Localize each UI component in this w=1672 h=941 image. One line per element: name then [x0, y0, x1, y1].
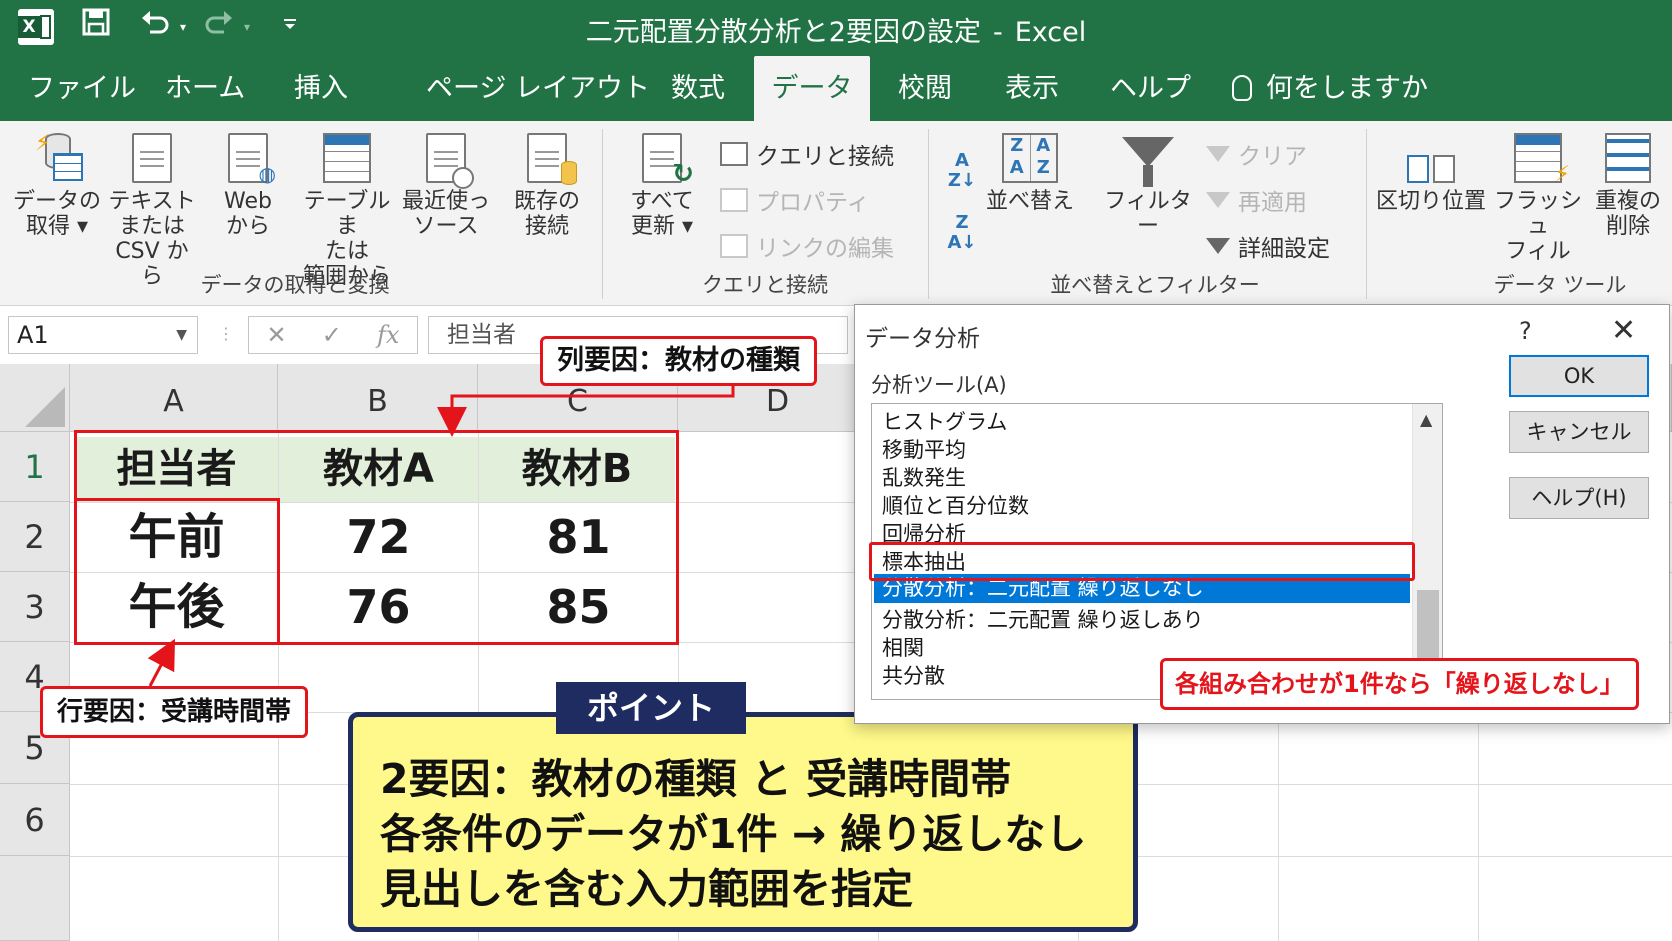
ok-button[interactable]: OK — [1509, 355, 1649, 397]
list-item[interactable]: 順位と百分位数 — [882, 490, 1029, 520]
dialog-title: データ分析 — [865, 326, 980, 352]
chevron-up-icon[interactable]: ▲ — [1420, 410, 1432, 429]
point-line-1: 2要因：教材の種類 と 受講時間帯 — [380, 755, 1012, 803]
column-factor-callout: 列要因：教材の種類 — [540, 336, 817, 386]
list-scrollbar[interactable]: ▲ — [1412, 404, 1442, 699]
list-item[interactable]: 相関 — [882, 632, 924, 662]
help-button[interactable]: ヘルプ(H) — [1509, 477, 1649, 519]
point-label: ポイント — [556, 682, 746, 734]
list-item[interactable]: 分散分析：二元配置 繰り返しあり — [882, 604, 1204, 634]
list-item[interactable]: 移動平均 — [882, 434, 966, 464]
no-repeat-callout: 各組み合わせが1件なら「繰り返しなし」 — [1160, 658, 1639, 710]
column-factor-arrow — [437, 384, 735, 437]
row-factor-callout: 行要因：受講時間帯 — [40, 686, 309, 738]
point-line-3: 見出しを含む入力範囲を指定 — [380, 865, 913, 913]
row-factor-arrow — [147, 638, 176, 687]
help-icon[interactable]: ? — [1519, 317, 1532, 345]
close-icon[interactable]: ✕ — [1611, 313, 1636, 348]
list-item[interactable]: 乱数発生 — [882, 462, 966, 492]
selected-item-highlight — [869, 542, 1415, 581]
list-item[interactable]: 共分散 — [882, 660, 945, 690]
cancel-button[interactable]: キャンセル — [1509, 411, 1649, 453]
analysis-tools-label: 分析ツール(A) — [871, 373, 1007, 397]
point-line-2: 各条件のデータが1件 → 繰り返しなし — [380, 810, 1087, 858]
list-item[interactable]: ヒストグラム — [882, 406, 1007, 436]
